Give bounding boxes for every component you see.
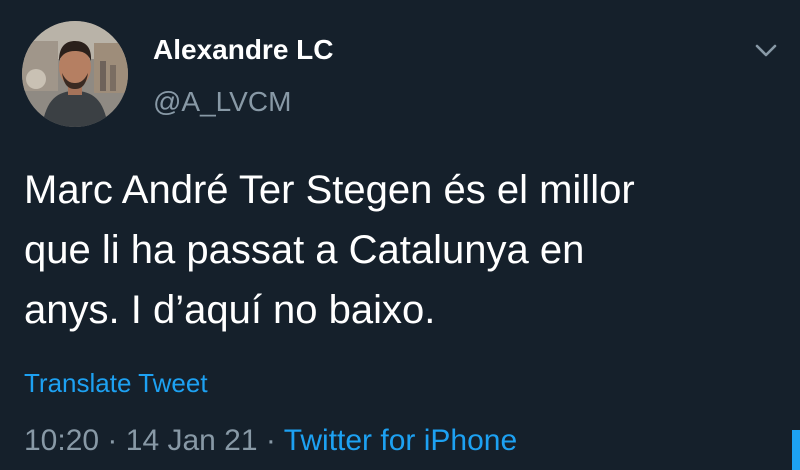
tweet-source-link[interactable]: Twitter for iPhone xyxy=(284,424,517,457)
tweet-text-line: anys. I d’aquí no baixo. xyxy=(24,288,436,332)
tweet-text-line: Marc André Ter Stegen és el millor xyxy=(24,168,635,212)
avatar-photo-icon xyxy=(22,21,128,127)
meta-separator: · xyxy=(107,424,118,457)
tweet-meta: 10:20 · 14 Jan 21 · Twitter for iPhone xyxy=(24,422,517,460)
author-handle[interactable]: @A_LVCM xyxy=(153,84,291,120)
scrollbar-thumb[interactable] xyxy=(792,430,800,470)
tweet-time: 10:20 xyxy=(24,424,100,457)
tweet-date: 14 Jan 21 xyxy=(125,424,258,457)
tweet-text-line: que li ha passat a Catalunya en xyxy=(24,228,585,272)
tweet-text: Marc André Ter Stegen és el millor que l… xyxy=(24,160,784,340)
translate-tweet-link[interactable]: Translate Tweet xyxy=(24,366,208,400)
tweet-detail: Alexandre LC @A_LVCM Marc André Ter Steg… xyxy=(0,0,800,470)
chevron-down-icon[interactable] xyxy=(750,36,782,64)
author-display-name[interactable]: Alexandre LC xyxy=(153,32,334,68)
avatar[interactable] xyxy=(22,21,128,127)
meta-separator: · xyxy=(265,424,276,457)
